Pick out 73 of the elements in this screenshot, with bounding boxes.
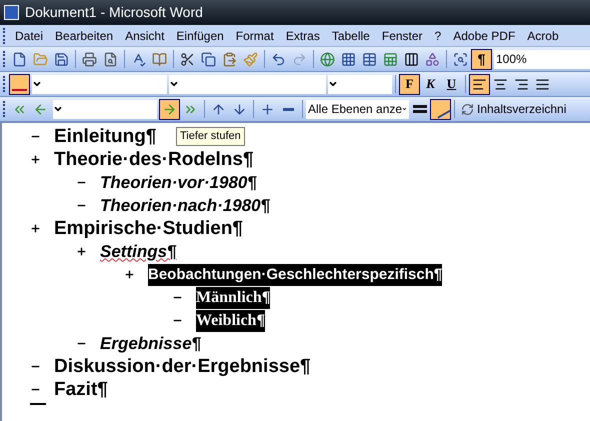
show-marks-button[interactable]: ¶ — [471, 48, 492, 70]
preview-icon — [103, 52, 118, 66]
update-icon — [461, 102, 474, 116]
menu-item[interactable]: Datei — [9, 26, 50, 44]
zoom-field[interactable]: 100% — [494, 50, 590, 68]
menu-item[interactable]: Einfügen — [170, 26, 230, 44]
promote-icon — [33, 102, 48, 116]
redo-icon — [292, 52, 307, 66]
menu-item[interactable]: Acrob — [521, 26, 565, 44]
alignment-icon — [535, 76, 550, 92]
expand-plus-icon[interactable] — [30, 223, 41, 234]
outline-heading: Beobachtungen·Geschlechterspezifisch¶ — [148, 264, 442, 286]
format-painter-icon — [243, 52, 258, 66]
outline-heading: Theorie·des·Rodelns¶ — [54, 148, 254, 170]
demote-button[interactable] — [159, 98, 180, 120]
print-icon — [82, 52, 97, 66]
outline-heading: Theorien·nach·1980¶ — [100, 194, 270, 216]
alignment-icon — [514, 76, 529, 92]
demote-icon — [162, 102, 177, 116]
styles-pane-button[interactable] — [9, 74, 30, 94]
outline-heading: Theorien·vor·1980¶ — [100, 172, 257, 194]
app-icon — [4, 5, 19, 20]
menu-item[interactable]: Bearbeiten — [49, 26, 120, 44]
window-title: Dokument1 - Microsoft Word — [25, 3, 203, 22]
alignment-icon — [472, 76, 487, 92]
menu-item[interactable]: Tabelle — [326, 26, 376, 44]
outline-heading: Weiblich¶ — [196, 310, 266, 332]
menu-item[interactable]: Adobe PDF — [447, 26, 522, 44]
expand-plus-icon[interactable] — [30, 154, 41, 165]
outline-heading: Diskussion·der·Ergebnisse¶ — [54, 356, 311, 378]
new-icon — [12, 52, 27, 66]
copy-icon — [201, 52, 216, 66]
cut-icon — [180, 52, 195, 66]
lines-icon — [412, 105, 426, 113]
menu-item[interactable]: ? — [428, 26, 448, 44]
hyperlink-icon — [320, 52, 335, 66]
show-level-combo[interactable]: Alle Ebenen anze — [306, 100, 409, 118]
insert-table-icon — [362, 52, 377, 66]
document-map-icon — [453, 52, 468, 66]
spelling-icon — [131, 52, 146, 66]
alignment-icon — [493, 76, 508, 92]
menu-item[interactable]: Fenster — [376, 26, 429, 44]
undo-icon — [271, 52, 286, 66]
tables-borders-icon — [341, 52, 356, 66]
tooltip: Tiefer stufen — [176, 127, 245, 146]
menu-item[interactable]: Format — [230, 26, 280, 44]
outline-heading: Fazit¶ — [54, 378, 108, 400]
menu-item[interactable]: Ansicht — [119, 26, 170, 44]
paste-icon — [222, 52, 237, 66]
move-down-icon — [232, 102, 247, 116]
research-icon — [152, 52, 167, 66]
expand-icon — [260, 102, 275, 116]
open-icon — [33, 52, 48, 66]
outline-heading: Ergebnisse¶ — [100, 332, 202, 354]
save-icon — [54, 52, 69, 66]
move-up-icon — [211, 102, 226, 116]
columns-icon — [404, 52, 419, 66]
outline-heading: Einleitung¶ — [54, 126, 156, 148]
drawing-icon — [425, 52, 440, 66]
collapse-icon — [283, 108, 294, 110]
insert-worksheet-icon — [383, 52, 398, 66]
expand-plus-icon[interactable] — [124, 269, 135, 280]
alignment-button[interactable] — [469, 74, 490, 94]
font-style-button[interactable]: F — [399, 74, 420, 94]
expand-plus-icon[interactable] — [76, 246, 87, 257]
font-style-button[interactable]: K — [420, 74, 441, 94]
toc-button[interactable]: Inhaltsverzeichni — [458, 98, 570, 120]
outline-heading: Männlich¶ — [196, 286, 270, 308]
font-style-button[interactable]: U — [441, 74, 462, 94]
outline-heading: Settings¶ — [100, 240, 177, 262]
show-formatting-button[interactable] — [430, 98, 451, 120]
menu-item[interactable]: Extras — [280, 26, 326, 44]
outline-heading: Empirische·Studien¶ — [54, 218, 243, 240]
